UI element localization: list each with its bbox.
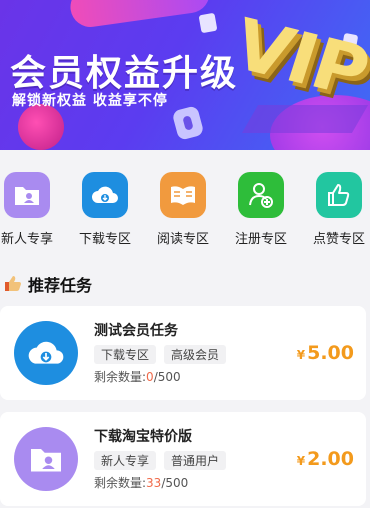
price-amount: 2.00 — [307, 448, 354, 470]
section-title: 推荐任务 — [28, 276, 93, 295]
currency-symbol: ¥ — [296, 454, 306, 468]
category-newcomer[interactable]: 新人专享 — [0, 172, 62, 247]
task-price: ¥2.00 — [297, 448, 354, 470]
price-amount: 5.00 — [307, 342, 354, 364]
task-price: ¥5.00 — [297, 342, 354, 364]
banner-subtitle: 解锁新权益 收益享不停 — [12, 93, 168, 109]
category-label: 点赞专区 — [312, 232, 365, 247]
category-label: 阅读专区 — [156, 232, 209, 247]
vip-banner[interactable]: VIP 会员权益升级 解锁新权益 收益享不停 — [0, 0, 370, 150]
task-title: 下载淘宝特价版 — [94, 429, 192, 445]
recommended-tasks-header: 推荐任务 — [0, 270, 370, 296]
task-tag: 高级会员 — [164, 345, 227, 364]
task-tags: 新人专享 普通用户 — [94, 451, 227, 470]
task-tag: 下载专区 — [94, 345, 157, 364]
folder-user-icon — [14, 427, 78, 491]
category-download[interactable]: 下载专区 — [70, 172, 140, 247]
task-tags: 下载专区 高级会员 — [94, 345, 227, 364]
task-card[interactable]: 下载淘宝特价版 新人专享 普通用户 剩余数量:33/500 ¥2.00 — [0, 412, 366, 506]
remaining-label: 剩余数量: — [94, 476, 147, 490]
remaining-label: 剩余数量: — [94, 370, 147, 384]
open-book-icon — [160, 172, 206, 218]
task-remaining: 剩余数量:33/500 — [94, 474, 188, 491]
cloud-download-icon — [14, 321, 78, 385]
category-reading[interactable]: 阅读专区 — [148, 172, 218, 247]
task-title: 测试会员任务 — [94, 323, 178, 339]
folder-user-icon — [4, 172, 50, 218]
category-label: 下载专区 — [78, 232, 131, 247]
remaining-used: 0 — [146, 370, 154, 384]
category-register[interactable]: 注册专区 — [226, 172, 296, 247]
banner-title: 会员权益升级 — [10, 53, 239, 94]
cloud-download-icon — [82, 172, 128, 218]
decor-sphere — [18, 104, 64, 150]
task-remaining: 剩余数量:0/500 — [94, 368, 181, 385]
vip-badge: VIP — [231, 1, 370, 115]
task-card[interactable]: 测试会员任务 下载专区 高级会员 剩余数量:0/500 ¥5.00 — [0, 306, 366, 400]
decor-coin-icon — [171, 105, 205, 141]
add-user-icon — [238, 172, 284, 218]
thumbs-up-icon — [316, 172, 362, 218]
thumbs-up-emoji-icon — [5, 276, 21, 291]
task-tag: 新人专享 — [94, 451, 157, 470]
category-like[interactable]: 点赞专区 — [304, 172, 370, 247]
decor-tag-icon — [198, 12, 218, 34]
category-row: 新人专享 下载专区 阅读专区 注册专区 点赞专区 — [0, 160, 370, 256]
remaining-total: /500 — [161, 476, 189, 490]
remaining-total: /500 — [153, 370, 181, 384]
decor-blob — [67, 0, 213, 30]
currency-symbol: ¥ — [296, 348, 306, 362]
task-tag: 普通用户 — [164, 451, 227, 470]
category-label: 注册专区 — [234, 232, 287, 247]
remaining-used: 33 — [146, 476, 162, 490]
category-label: 新人专享 — [0, 232, 53, 247]
